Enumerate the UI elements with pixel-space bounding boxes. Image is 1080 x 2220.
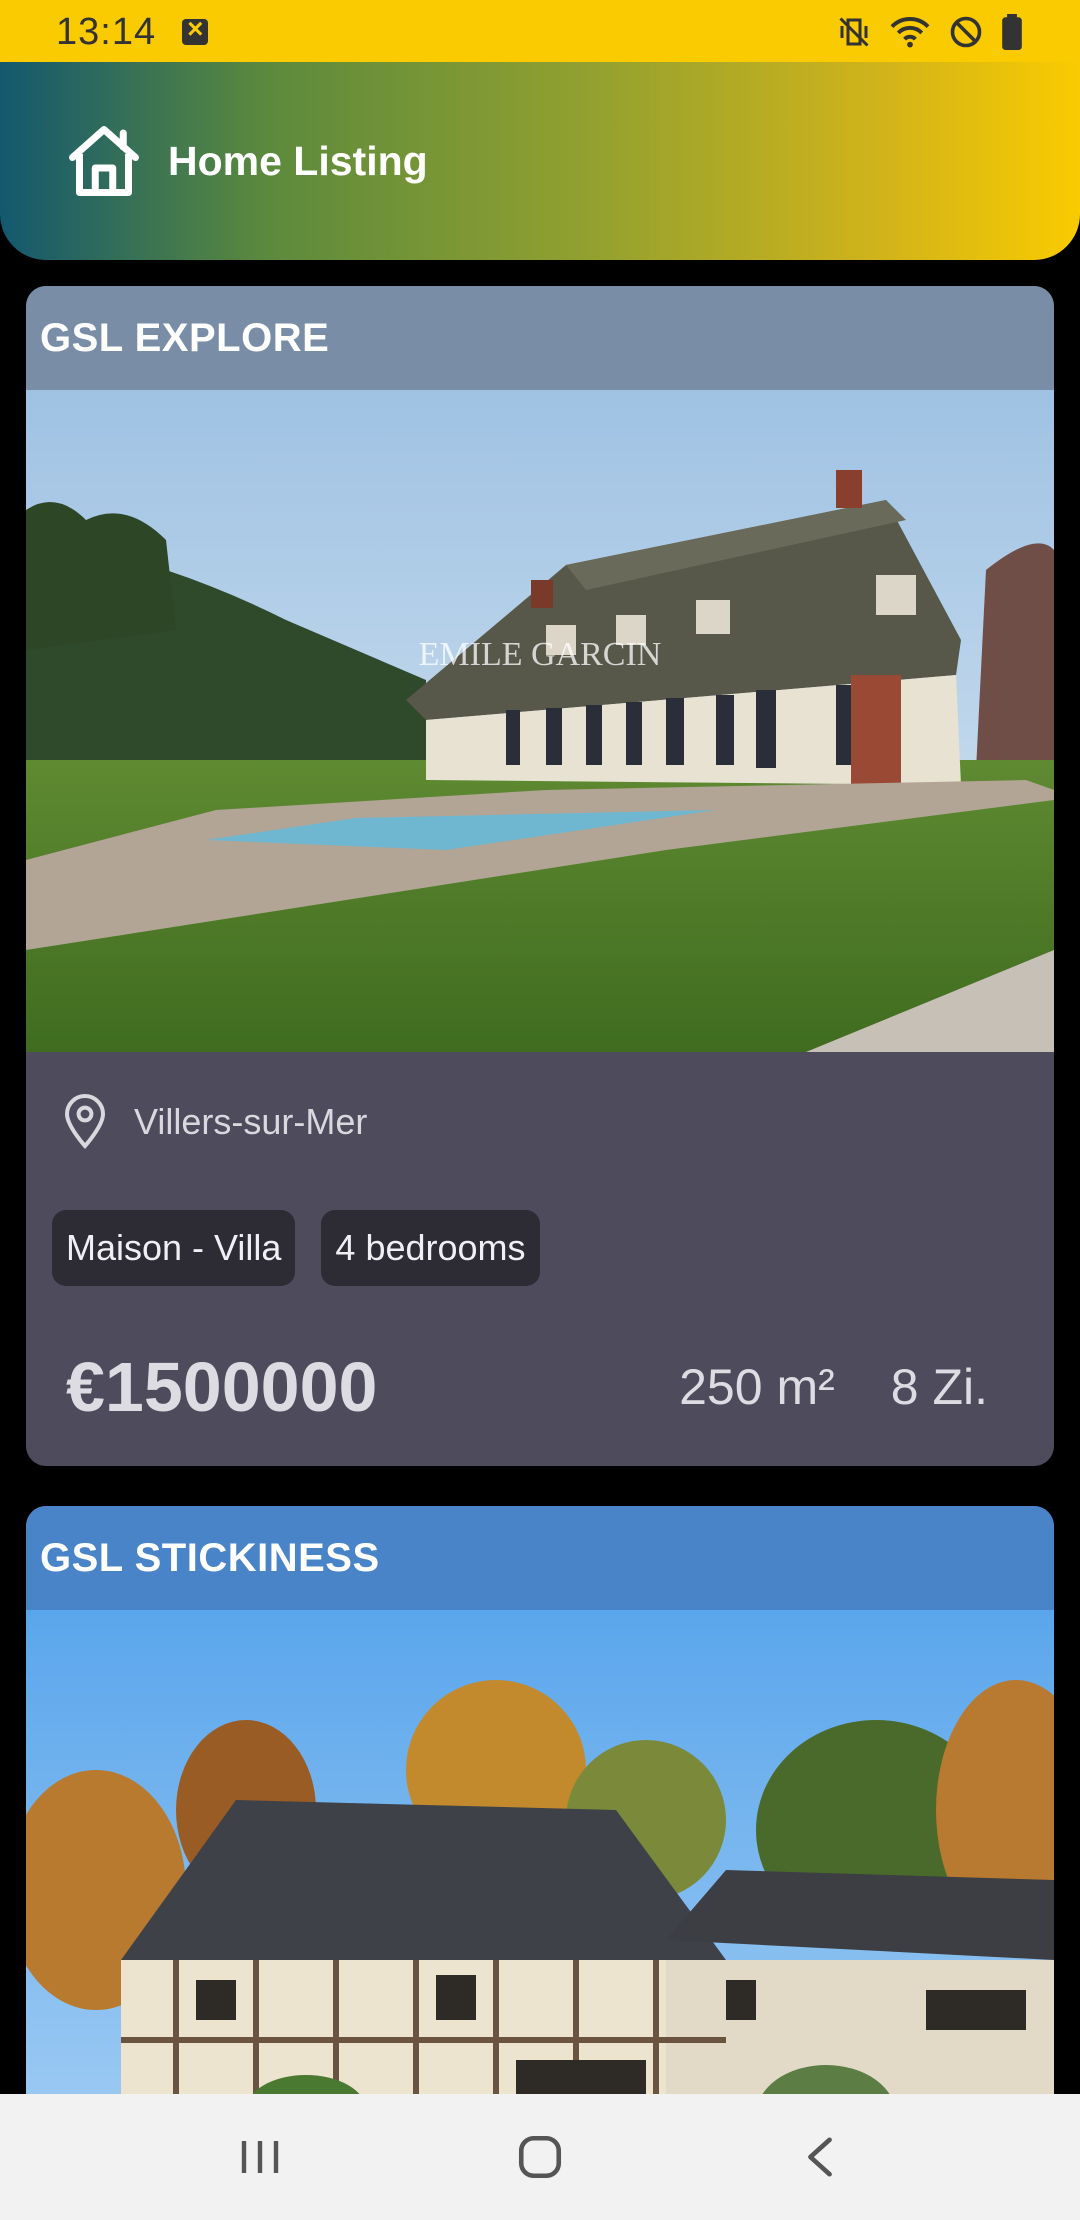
- vibrate-mute-icon: [839, 17, 869, 47]
- bedrooms-tag: 4 bedrooms: [321, 1210, 540, 1286]
- home-icon: [69, 126, 139, 196]
- listing-info: Villers-sur-Mer Maison - Villa 4 bedroom…: [26, 1052, 1054, 1432]
- recents-icon: [241, 2141, 279, 2173]
- price-row: €1500000 250 m² 8 Zi.: [26, 1342, 1054, 1432]
- location-pin-icon: [64, 1094, 106, 1149]
- card-header: GSL EXPLORE: [26, 286, 1054, 390]
- listing-card[interactable]: GSL EXPLORE EMILE GARCIN Villers-sur-Mer…: [26, 286, 1054, 1466]
- listing-photo: EMILE GARCIN: [26, 390, 1054, 1052]
- price: €1500000: [66, 1348, 378, 1426]
- agency-name: GSL EXPLORE: [40, 315, 330, 360]
- status-icons: [836, 14, 1024, 50]
- image-watermark: EMILE GARCIN: [419, 636, 662, 673]
- app-bar: Home Listing: [0, 62, 1080, 260]
- location-text: Villers-sur-Mer: [134, 1101, 368, 1142]
- listing-meta: 250 m² 8 Zi.: [679, 1358, 1054, 1416]
- wifi-icon: [890, 17, 930, 48]
- do-not-disturb-icon: [950, 16, 982, 48]
- rooms: 8 Zi.: [890, 1359, 988, 1415]
- page-title: Home Listing: [168, 137, 428, 184]
- home-nav-button[interactable]: [480, 2112, 600, 2202]
- card-header: GSL STICKINESS: [26, 1506, 1054, 1610]
- area: 250 m²: [679, 1359, 835, 1415]
- back-icon: [808, 2137, 832, 2177]
- status-bar: 13:14: [0, 0, 1080, 64]
- recents-button[interactable]: [200, 2112, 320, 2202]
- agency-name: GSL STICKINESS: [40, 1535, 380, 1580]
- notification-icon: [182, 13, 209, 45]
- system-nav-bar: [0, 2094, 1080, 2220]
- tags-row: Maison - Villa 4 bedrooms: [26, 1210, 1054, 1286]
- property-type-tag: Maison - Villa: [52, 1210, 296, 1286]
- location-row: Villers-sur-Mer: [26, 1092, 1054, 1152]
- home-nav-icon: [518, 2135, 562, 2179]
- back-button[interactable]: [760, 2112, 880, 2202]
- battery-icon: [1002, 14, 1022, 50]
- status-time: 13:14: [56, 10, 157, 53]
